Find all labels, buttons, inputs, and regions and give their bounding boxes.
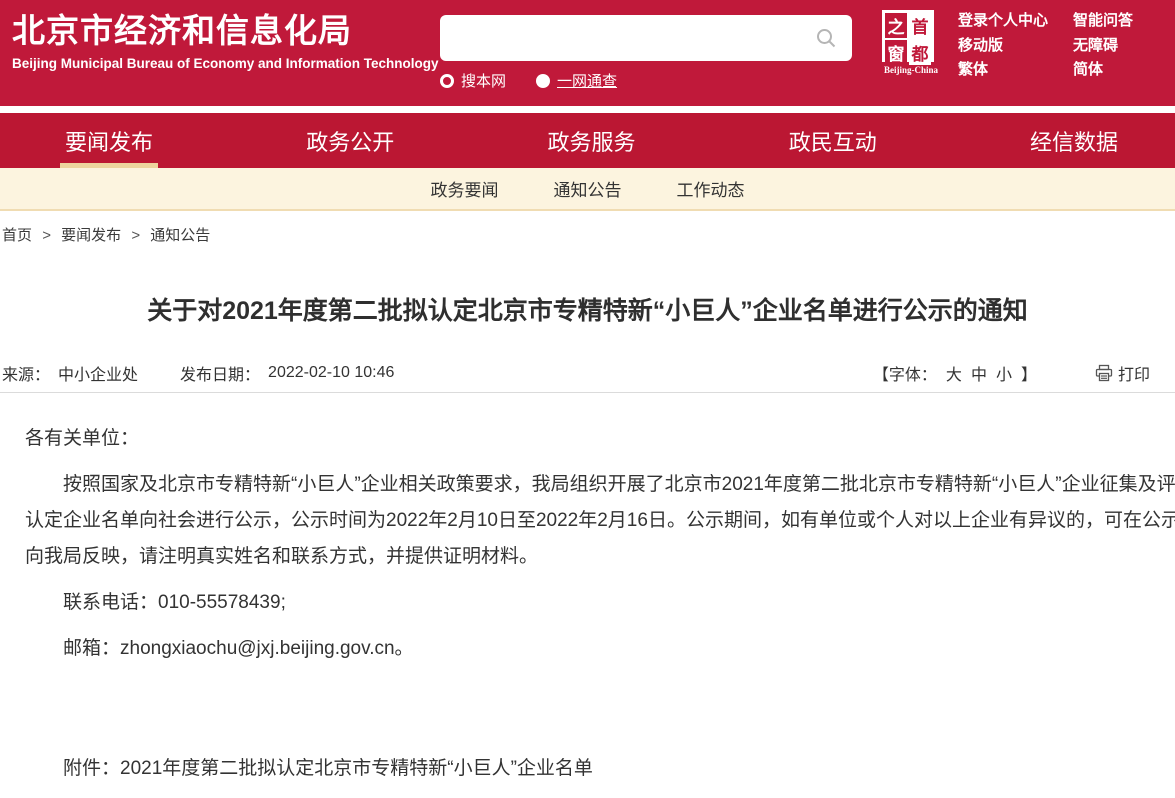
quick-link-simplified[interactable]: 简体 [1073, 62, 1133, 79]
nav-item-gov-services[interactable]: 政务服务 [547, 113, 635, 168]
nav-item-gov-disclosure[interactable]: 政务公开 [306, 113, 394, 168]
search-scope-network-label: 一网通查 [557, 70, 617, 91]
nav-item-industry-data[interactable]: 经信数据 [1030, 113, 1118, 168]
quick-links: 登录个人中心 智能问答 移动版 无障碍 繁体 简体 [958, 13, 1133, 79]
capital-window-seal-logo[interactable]: 之 首 窗 都 Beijing-China [882, 10, 940, 75]
quick-link-accessibility[interactable]: 无障碍 [1073, 38, 1133, 55]
quick-link-traditional[interactable]: 繁体 [958, 62, 1073, 79]
source-label: 来源： [2, 361, 50, 385]
breadcrumb-notices[interactable]: 通知公告 [150, 227, 210, 244]
header-divider [0, 106, 1175, 113]
breadcrumb-separator: > [131, 227, 140, 244]
nav-item-label: 政务服务 [547, 125, 635, 157]
page-title: 关于对2021年度第二批拟认定北京市专精特新“小巨人”企业名单进行公示的通知 [0, 291, 1175, 327]
article-meta: 来源： 中小企业处 发布日期： 2022-02-10 10:46 【字体： 大 … [0, 361, 1175, 385]
seal-char: 窗 [885, 40, 907, 65]
nav-item-news-release[interactable]: 要闻发布 [65, 113, 153, 168]
nav-item-label: 政务公开 [306, 125, 394, 157]
nav-item-label: 经信数据 [1030, 125, 1118, 157]
contact-email: 邮箱：zhongxiaochu@jxj.beijing.gov.cn。 [25, 631, 1175, 667]
active-tab-underline [60, 163, 158, 168]
search-scope-network[interactable]: 一网通查 [536, 70, 617, 91]
breadcrumb-home[interactable]: 首页 [2, 227, 32, 244]
font-size-large-button[interactable]: 大 [946, 361, 962, 385]
seal-char: 之 [885, 13, 907, 38]
breadcrumb: 首页 > 要闻发布 > 通知公告 [2, 224, 1175, 245]
seal-caption: Beijing-China [882, 65, 940, 75]
search-area: 搜本网 一网通查 [440, 15, 852, 91]
nav-item-public-interaction[interactable]: 政民互动 [789, 113, 877, 168]
nav-item-label: 要闻发布 [65, 125, 153, 157]
site-subtitle: Beijing Municipal Bureau of Economy and … [12, 56, 439, 71]
print-button[interactable]: 打印 [1095, 361, 1150, 385]
subnav-item-notices[interactable]: 通知公告 [554, 176, 622, 201]
article-paragraph: 按照国家及北京市专精特新“小巨人”企业相关政策要求，我局组织开展了北京市2021… [25, 467, 1175, 575]
site-logo[interactable]: 北京市经济和信息化局 Beijing Municipal Bureau of E… [12, 13, 439, 71]
site-header: 北京市经济和信息化局 Beijing Municipal Bureau of E… [0, 0, 1175, 106]
radio-unselected-icon[interactable] [536, 74, 550, 88]
search-scope-site-label: 搜本网 [461, 70, 506, 91]
article-tools: 【字体： 大 中 小 】 打印 [873, 361, 1150, 385]
breadcrumb-news-release[interactable]: 要闻发布 [61, 227, 121, 244]
seal-char: 首 [909, 13, 931, 38]
font-size-open-bracket: 【字体： [873, 361, 937, 385]
subnav-item-gov-news[interactable]: 政务要闻 [431, 176, 499, 201]
seal-grid: 之 首 窗 都 [882, 10, 934, 62]
date-label: 发布日期： [180, 361, 260, 385]
search-icon[interactable] [816, 28, 836, 48]
sub-nav: 政务要闻 通知公告 工作动态 [0, 168, 1175, 211]
attachment-line: 附件：2021年度第二批拟认定北京市专精特新“小巨人”企业名单 [25, 751, 1175, 787]
breadcrumb-separator: > [42, 227, 51, 244]
salutation: 各有关单位： [25, 421, 1175, 457]
font-size-close-bracket: 】 [1021, 361, 1037, 385]
font-size-medium-button[interactable]: 中 [971, 361, 987, 385]
print-label: 打印 [1118, 361, 1150, 385]
quick-link-mobile[interactable]: 移动版 [958, 38, 1073, 55]
search-box [440, 15, 852, 61]
article-body: 各有关单位： 按照国家及北京市专精特新“小巨人”企业相关政策要求，我局组织开展了… [0, 421, 1175, 787]
nav-item-label: 政民互动 [789, 125, 877, 157]
quick-link-login[interactable]: 登录个人中心 [958, 13, 1073, 30]
subnav-item-work-updates[interactable]: 工作动态 [677, 176, 745, 201]
contact-phone: 联系电话：010-55578439; [25, 585, 1175, 621]
font-size-small-button[interactable]: 小 [996, 361, 1012, 385]
date-value: 2022-02-10 10:46 [268, 364, 394, 382]
site-title: 北京市经济和信息化局 [12, 13, 439, 49]
radio-selected-icon[interactable] [440, 74, 454, 88]
content-divider [0, 392, 1175, 393]
main-nav: 要闻发布 政务公开 政务服务 政民互动 经信数据 [0, 113, 1175, 168]
search-scope-group: 搜本网 一网通查 [440, 70, 852, 91]
seal-char: 都 [909, 40, 931, 65]
quick-link-smart-qa[interactable]: 智能问答 [1073, 13, 1133, 30]
search-input[interactable] [454, 15, 814, 61]
font-size-control: 【字体： 大 中 小 】 [873, 361, 1037, 385]
source-value: 中小企业处 [58, 361, 138, 385]
search-scope-site[interactable]: 搜本网 [440, 70, 506, 91]
printer-icon [1095, 364, 1113, 382]
